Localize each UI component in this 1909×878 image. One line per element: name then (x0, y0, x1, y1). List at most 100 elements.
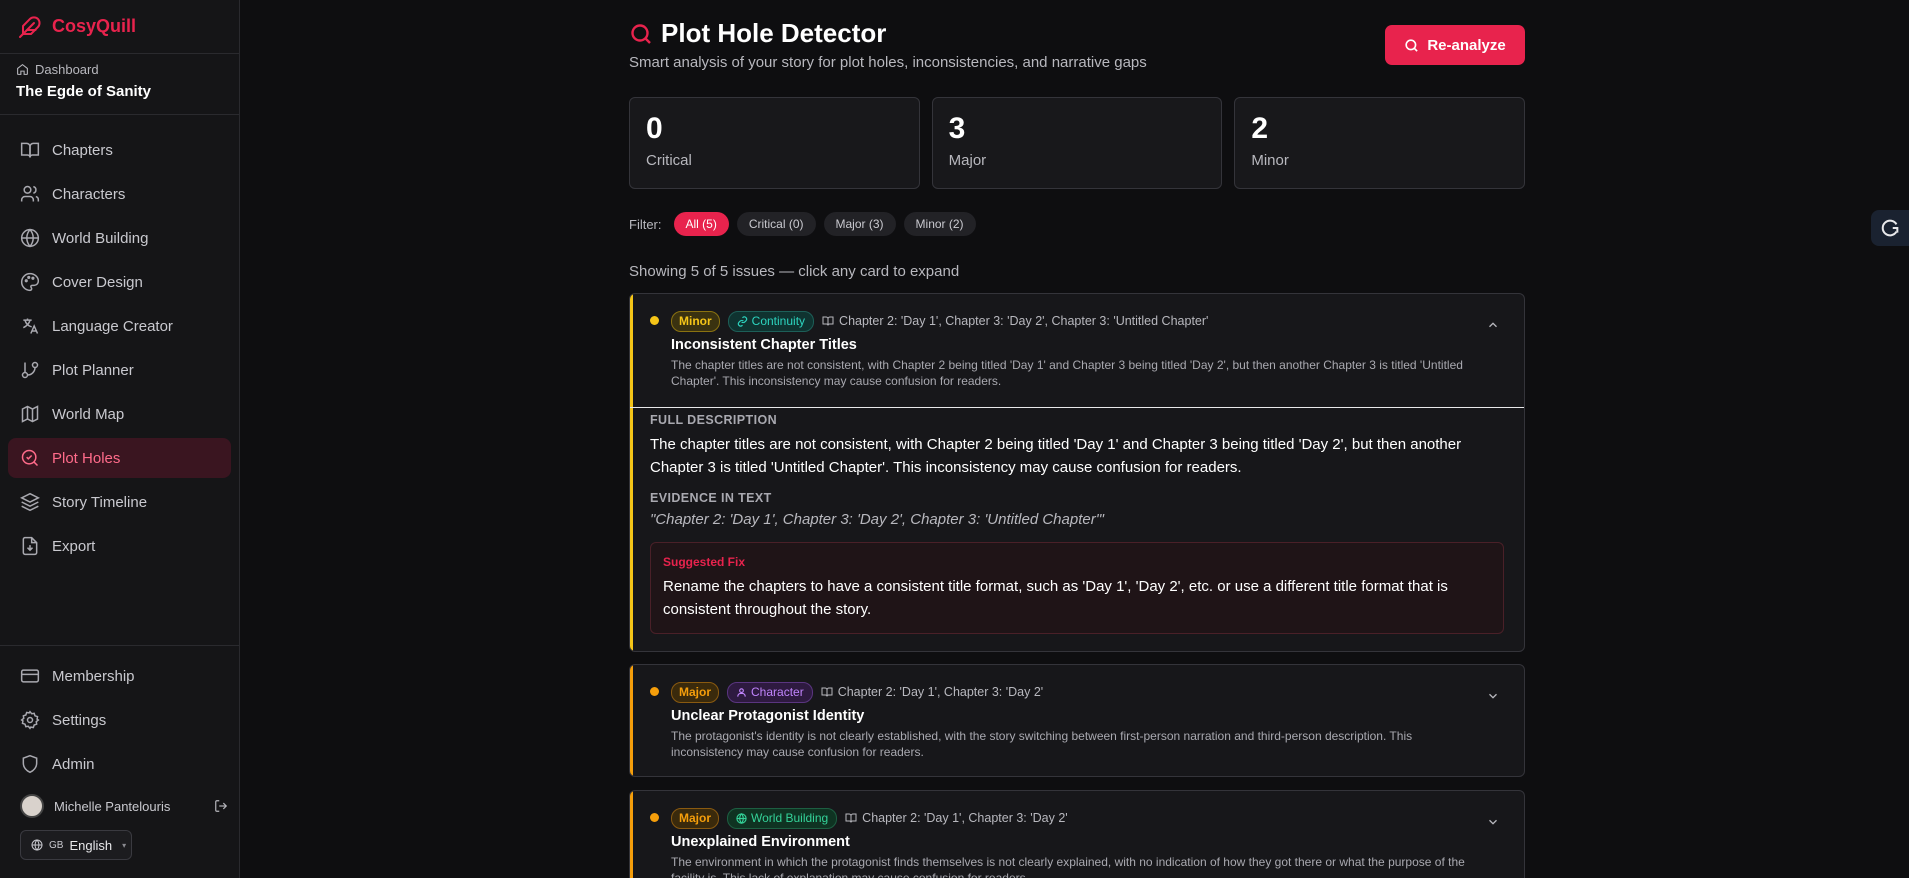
stat-value: 3 (948, 112, 966, 145)
filter-label: Filter: (629, 216, 662, 232)
issue-location: Chapter 2: 'Day 1', Chapter 3: 'Day 2' (821, 685, 1043, 699)
brand[interactable]: CosyQuill (0, 0, 239, 54)
search-icon (1404, 38, 1419, 53)
sidebar-item-label: Chapters (52, 141, 113, 159)
sidebar-item-label: Membership (52, 667, 135, 685)
issue-card-header[interactable]: Minor Continuity Chapter 2: 'Day 1', Cha… (630, 294, 1524, 389)
sidebar-item-world-map[interactable]: World Map (8, 394, 231, 434)
severity-badge: Major (671, 807, 720, 829)
category-label: World Building (751, 811, 829, 825)
globe-icon (736, 812, 747, 824)
stat-label: Minor (1251, 152, 1289, 169)
language-label: English (69, 837, 113, 853)
breadcrumb[interactable]: Dashboard (16, 62, 223, 77)
location-text: Chapter 2: 'Day 1', Chapter 3: 'Day 2' (862, 811, 1068, 825)
users-icon (20, 184, 40, 204)
sidebar-item-settings[interactable]: Settings (8, 700, 232, 740)
sidebar-item-characters[interactable]: Characters (8, 174, 231, 214)
sidebar-item-label: Characters (52, 185, 126, 203)
map-icon (20, 404, 40, 424)
issue-tags: Major World Building Chapter 2: 'Day 1',… (671, 807, 1504, 829)
evidence-heading: EVIDENCE IN TEXT (650, 491, 772, 505)
sidebar-item-membership[interactable]: Membership (8, 656, 232, 696)
language-selector[interactable]: GB English ▾ (20, 830, 132, 860)
issue-summary: The protagonist's identity is not clearl… (671, 729, 1413, 759)
sidebar-item-world-building[interactable]: World Building (8, 218, 231, 258)
issue-title: Inconsistent Chapter Titles (671, 337, 857, 353)
globe-icon (20, 228, 40, 248)
sidebar-item-export[interactable]: Export (8, 526, 231, 566)
sidebar-item-language-creator[interactable]: Language Creator (8, 306, 231, 346)
sidebar-item-cover-design[interactable]: Cover Design (8, 262, 231, 302)
sidebar-item-label: Settings (52, 711, 107, 729)
page-title: Plot Hole Detector (629, 18, 886, 49)
issue-card[interactable]: Major World Building Chapter 2: 'Day 1',… (629, 790, 1525, 878)
category-badge: Character (727, 681, 813, 703)
severity-dot (650, 813, 659, 822)
sidebar-item-plot-planner[interactable]: Plot Planner (8, 350, 231, 390)
languages-icon (20, 316, 40, 336)
category-label: Continuity (751, 314, 806, 328)
stats-row: 0 Critical 3 Major 2 Minor (629, 97, 1526, 189)
category-badge: Continuity (727, 310, 815, 332)
sidebar-item-label: Story Timeline (52, 493, 148, 511)
filter-chip-minor[interactable]: Minor (2) (903, 212, 976, 236)
sidebar-item-label: World Building (52, 229, 149, 247)
flag-code: GB (49, 839, 64, 851)
issue-summary: The chapter titles are not consistent, w… (671, 358, 1463, 388)
issue-card[interactable]: Minor Continuity Chapter 2: 'Day 1', Cha… (629, 293, 1525, 652)
issue-card[interactable]: Major Character Chapter 2: 'Day 1', Chap… (629, 664, 1525, 777)
issue-title: Unexplained Environment (671, 834, 850, 850)
suggested-fix-text: Rename the chapters to have a consistent… (663, 578, 1448, 618)
issue-card-header[interactable]: Major Character Chapter 2: 'Day 1', Chap… (630, 665, 1524, 760)
stat-value: 0 (646, 112, 663, 145)
book-open-icon (20, 140, 40, 160)
sidebar-item-admin[interactable]: Admin (8, 744, 232, 784)
chevron-up-icon[interactable] (1486, 318, 1500, 332)
file-download-icon (20, 536, 40, 556)
filter-chip-critical[interactable]: Critical (0) (736, 212, 816, 236)
sidebar-item-chapters[interactable]: Chapters (8, 130, 231, 170)
git-branch-icon (20, 360, 40, 380)
severity-badge: Major (671, 681, 720, 703)
book-icon (821, 686, 833, 698)
filter-chip-major[interactable]: Major (3) (823, 212, 896, 236)
search-icon (629, 22, 653, 46)
sidebar-item-label: Language Creator (52, 317, 173, 335)
reanalyze-label: Re-analyze (1427, 36, 1506, 54)
suggested-fix-box: Suggested Fix Rename the chapters to hav… (650, 542, 1504, 634)
home-icon (16, 63, 29, 76)
stat-minor: 2 Minor (1234, 97, 1526, 189)
layers-icon (20, 492, 40, 512)
chevron-down-icon[interactable] (1486, 689, 1500, 703)
user-profile[interactable]: Michelle Pantelouris (0, 788, 240, 824)
issue-location: Chapter 2: 'Day 1', Chapter 3: 'Day 2', … (822, 314, 1208, 328)
grammarly-icon (1879, 217, 1901, 239)
chevron-down-icon[interactable] (1486, 815, 1500, 829)
logout-icon[interactable] (214, 799, 228, 813)
sidebar-item-story-timeline[interactable]: Story Timeline (8, 482, 231, 522)
issue-details: FULL DESCRIPTION The chapter titles are … (630, 407, 1524, 648)
category-label: Character (751, 685, 804, 699)
sidebar-item-plot-holes[interactable]: Plot Holes (8, 438, 231, 478)
filter-chip-all[interactable]: All (5) (673, 212, 729, 236)
page-subtitle: Smart analysis of your story for plot ho… (629, 54, 1147, 71)
sidebar-item-label: World Map (52, 405, 125, 423)
category-badge: World Building (727, 807, 838, 829)
reanalyze-button[interactable]: Re-analyze (1385, 25, 1525, 65)
issue-card-header[interactable]: Major World Building Chapter 2: 'Day 1',… (630, 791, 1524, 878)
gear-icon (20, 710, 40, 730)
location-text: Chapter 2: 'Day 1', Chapter 3: 'Day 2' (837, 685, 1044, 699)
issue-summary: The environment in which the protagonist… (671, 855, 1465, 878)
severity-dot (650, 316, 659, 325)
assistant-launcher[interactable] (1871, 210, 1909, 246)
severity-dot (650, 687, 659, 696)
sidebar-item-label: Plot Holes (52, 449, 121, 467)
link-icon (737, 315, 748, 327)
project-header: Dashboard The Egde of Sanity (0, 54, 239, 115)
stat-major: 3 Major (931, 97, 1223, 189)
filter-bar: Filter: All (5) Critical (0) Major (3) M… (629, 212, 976, 236)
issue-tags: Major Character Chapter 2: 'Day 1', Chap… (671, 681, 1504, 703)
severity-badge: Minor (671, 310, 720, 332)
sidebar: CosyQuill Dashboard The Egde of Sanity C… (0, 0, 240, 878)
